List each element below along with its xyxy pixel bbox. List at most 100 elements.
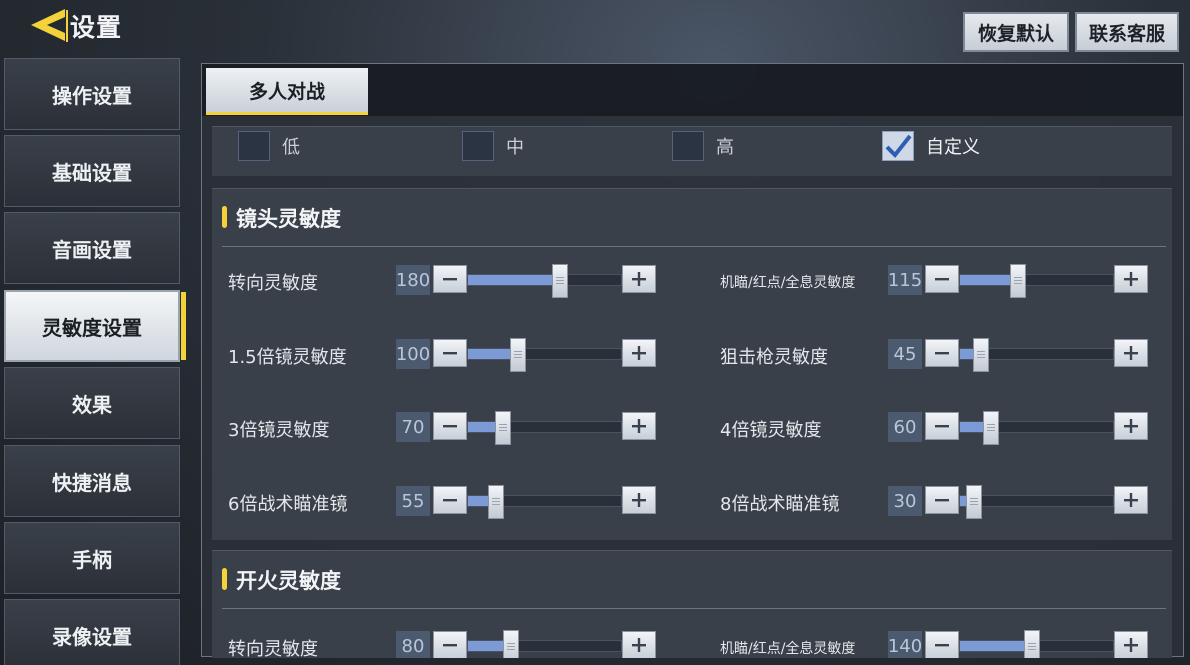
increase-button[interactable]: [1114, 339, 1148, 367]
decrease-button[interactable]: [925, 631, 959, 658]
sensitivity-label: 机瞄/红点/全息灵敏度: [720, 275, 856, 291]
sensitivity-label: 4倍镜灵敏度: [720, 420, 822, 441]
plus-icon: [1124, 419, 1138, 433]
sensitivity-value[interactable]: 80: [396, 631, 430, 658]
preset-low[interactable]: 低: [238, 130, 300, 162]
sidebar-item-audio-video[interactable]: 音画设置: [4, 212, 180, 284]
sensitivity-row: 机瞄/红点/全息灵敏度 140: [720, 630, 1150, 658]
back-arrow-icon: [31, 9, 65, 41]
check-icon: [885, 134, 912, 159]
preset-high[interactable]: 高: [672, 130, 734, 162]
sensitivity-value[interactable]: 100: [396, 339, 430, 369]
slider-thumb[interactable]: [510, 338, 527, 372]
sidebar-item-gamepad[interactable]: 手柄: [4, 522, 180, 594]
increase-button[interactable]: [1114, 265, 1148, 293]
back-button[interactable]: [26, 6, 68, 44]
slider-thumb[interactable]: [502, 630, 519, 658]
preset-custom[interactable]: 自定义: [882, 130, 980, 162]
plus-icon: [1124, 493, 1138, 507]
sensitivity-label: 机瞄/红点/全息灵敏度: [720, 641, 856, 657]
sensitivity-row: 机瞄/红点/全息灵敏度 115: [720, 264, 1150, 298]
increase-button[interactable]: [622, 339, 656, 367]
sidebar-item-basic[interactable]: 基础设置: [4, 135, 180, 207]
decrease-button[interactable]: [433, 486, 467, 514]
decrease-button[interactable]: [433, 339, 467, 367]
sensitivity-slider[interactable]: [467, 411, 622, 445]
increase-button[interactable]: [1114, 412, 1148, 440]
sensitivity-slider[interactable]: [467, 630, 622, 658]
increase-button[interactable]: [622, 631, 656, 658]
contact-support-button[interactable]: 联系客服: [1075, 12, 1179, 52]
sensitivity-label: 8倍战术瞄准镜: [720, 494, 840, 515]
slider-thumb[interactable]: [965, 485, 982, 519]
minus-icon: [443, 278, 457, 281]
preset-high-label: 高: [716, 137, 734, 158]
sensitivity-slider[interactable]: [959, 630, 1114, 658]
slider-thumb[interactable]: [487, 485, 504, 519]
increase-button[interactable]: [1114, 631, 1148, 658]
slider-thumb[interactable]: [1023, 630, 1040, 658]
sensitivity-value[interactable]: 45: [888, 339, 922, 369]
preset-medium-checkbox[interactable]: [462, 131, 494, 161]
sensitivity-value[interactable]: 140: [888, 631, 922, 658]
sensitivity-value[interactable]: 70: [396, 412, 430, 442]
sensitivity-value[interactable]: 115: [888, 265, 922, 295]
sensitivity-label: 转向灵敏度: [228, 273, 318, 294]
plus-icon: [632, 419, 646, 433]
sidebar-item-recording[interactable]: 录像设置: [4, 599, 180, 665]
decrease-button[interactable]: [433, 631, 467, 658]
increase-button[interactable]: [622, 486, 656, 514]
sensitivity-value[interactable]: 60: [888, 412, 922, 442]
sensitivity-value[interactable]: 180: [396, 265, 430, 295]
section-divider: [222, 246, 1166, 247]
plus-icon: [632, 493, 646, 507]
sidebar: 操作设置 基础设置 音画设置 灵敏度设置 效果 快捷消息 手柄 录像设置: [4, 58, 186, 665]
minus-icon: [443, 352, 457, 355]
reset-default-button[interactable]: 恢复默认: [963, 12, 1069, 52]
minus-icon: [935, 352, 949, 355]
sidebar-item-sensitivity[interactable]: 灵敏度设置: [4, 290, 186, 362]
sensitivity-slider[interactable]: [959, 338, 1114, 372]
preset-high-checkbox[interactable]: [672, 131, 704, 161]
slider-fill: [960, 641, 1032, 651]
increase-button[interactable]: [622, 265, 656, 293]
decrease-button[interactable]: [433, 412, 467, 440]
slider-thumb[interactable]: [551, 264, 568, 298]
preset-custom-checkbox[interactable]: [882, 131, 914, 161]
preset-medium[interactable]: 中: [462, 130, 524, 162]
increase-button[interactable]: [622, 412, 656, 440]
sidebar-item-quick-messages[interactable]: 快捷消息: [4, 445, 180, 517]
slider-thumb[interactable]: [973, 338, 990, 372]
slider-thumb[interactable]: [982, 411, 999, 445]
slider-thumb[interactable]: [495, 411, 512, 445]
sensitivity-slider[interactable]: [467, 338, 622, 372]
preset-low-checkbox[interactable]: [238, 131, 270, 161]
slider-fill: [468, 275, 560, 285]
plus-icon: [632, 346, 646, 360]
decrease-button[interactable]: [433, 265, 467, 293]
sidebar-item-controls[interactable]: 操作设置: [4, 58, 180, 130]
plus-icon: [632, 638, 646, 652]
sensitivity-slider[interactable]: [959, 485, 1114, 519]
minus-icon: [935, 278, 949, 281]
decrease-button[interactable]: [925, 412, 959, 440]
sensitivity-value[interactable]: 30: [888, 486, 922, 516]
sidebar-item-effects[interactable]: 效果: [4, 367, 180, 439]
increase-button[interactable]: [1114, 486, 1148, 514]
section-divider: [222, 608, 1166, 609]
sensitivity-slider[interactable]: [467, 485, 622, 519]
sensitivity-value[interactable]: 55: [396, 486, 430, 516]
sensitivity-slider[interactable]: [959, 264, 1114, 298]
plus-icon: [1124, 346, 1138, 360]
plus-icon: [1124, 272, 1138, 286]
tab-multiplayer[interactable]: 多人对战: [206, 68, 368, 115]
decrease-button[interactable]: [925, 265, 959, 293]
decrease-button[interactable]: [925, 339, 959, 367]
sensitivity-slider[interactable]: [467, 264, 622, 298]
sensitivity-slider[interactable]: [959, 411, 1114, 445]
slider-thumb[interactable]: [1010, 264, 1027, 298]
preset-options: 低 中 高 自定义: [212, 126, 1172, 176]
decrease-button[interactable]: [925, 486, 959, 514]
title-divider: [66, 10, 68, 42]
plus-icon: [1124, 638, 1138, 652]
